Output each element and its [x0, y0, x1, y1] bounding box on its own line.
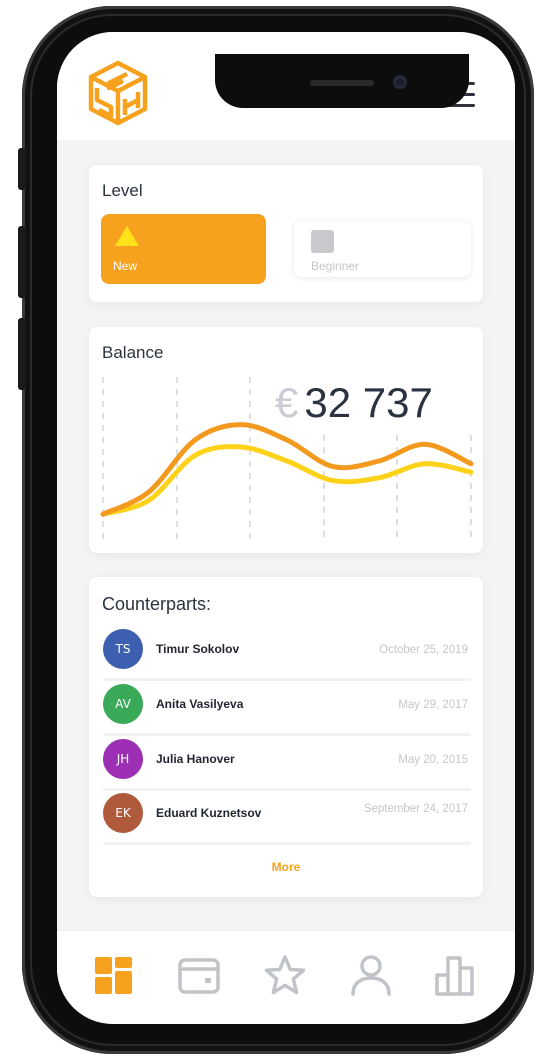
- counterpart-date: October 25, 2019: [379, 644, 468, 656]
- tab-statistics[interactable]: [433, 953, 477, 997]
- counterparts-title: Counterparts:: [102, 594, 212, 614]
- avatar: TS: [103, 629, 143, 669]
- phone-notch: [215, 54, 469, 108]
- counterparts-card: Counterparts: TS Timur Sokolov October 2…: [89, 577, 483, 897]
- level-card: Level New Beginner: [89, 165, 483, 302]
- counterpart-name: Eduard Kuznetsov: [156, 806, 262, 820]
- wallet-icon: [178, 958, 220, 994]
- counterpart-name: Julia Hanover: [156, 752, 235, 766]
- level-title: Level: [102, 181, 143, 200]
- more-link[interactable]: More: [89, 860, 483, 874]
- front-camera: [393, 75, 407, 89]
- volume-up-button: [18, 226, 26, 298]
- level-option-new[interactable]: New: [101, 214, 266, 284]
- counterpart-date: September 24, 2017: [363, 803, 468, 815]
- avatar: AV: [103, 684, 143, 724]
- level-option-beginner[interactable]: Beginner: [294, 221, 471, 277]
- counterpart-row[interactable]: EK Eduard Kuznetsov September 24, 2017: [103, 791, 471, 845]
- counterpart-row[interactable]: AV Anita Vasilyeva May 29, 2017: [103, 682, 471, 736]
- counterpart-row[interactable]: JH Julia Hanover May 20, 2015: [103, 737, 471, 791]
- volume-down-button: [18, 318, 26, 390]
- star-icon: [264, 955, 306, 995]
- square-icon: [311, 230, 334, 253]
- counterpart-date: May 20, 2015: [398, 754, 468, 766]
- balance-value: 32 737: [304, 379, 433, 426]
- balance-series-line: [100, 422, 474, 517]
- avatar: EK: [103, 793, 143, 833]
- balance-amount: €32 737: [275, 379, 433, 427]
- avatar: JH: [103, 739, 143, 779]
- tab-profile[interactable]: [349, 953, 393, 997]
- counterpart-name: Timur Sokolov: [156, 642, 240, 656]
- balance-title: Balance: [102, 343, 164, 362]
- counterpart-row[interactable]: TS Timur Sokolov October 25, 2019: [103, 627, 471, 681]
- balance-card: Balance €32 737: [89, 327, 483, 553]
- silent-switch: [18, 148, 26, 190]
- tab-favorites[interactable]: [263, 953, 307, 997]
- counterpart-name: Anita Vasilyeva: [156, 697, 244, 711]
- speaker-grille: [310, 80, 374, 86]
- level-option-label: New: [113, 259, 138, 273]
- app-screen: Level New Beginner Balance €32 737 Count…: [57, 32, 515, 1024]
- dashboard-grid-icon: [95, 957, 132, 994]
- currency-symbol: €: [275, 379, 299, 426]
- tab-dashboard[interactable]: [91, 953, 135, 997]
- bottom-tab-bar: [57, 930, 515, 1024]
- tab-wallet[interactable]: [177, 953, 221, 997]
- level-option-label: Beginner: [311, 259, 360, 273]
- bar-chart-icon: [435, 956, 474, 996]
- user-icon: [351, 955, 391, 996]
- triangle-icon: [115, 226, 139, 246]
- cube-logo-icon[interactable]: [87, 60, 149, 126]
- counterpart-date: May 29, 2017: [398, 699, 468, 711]
